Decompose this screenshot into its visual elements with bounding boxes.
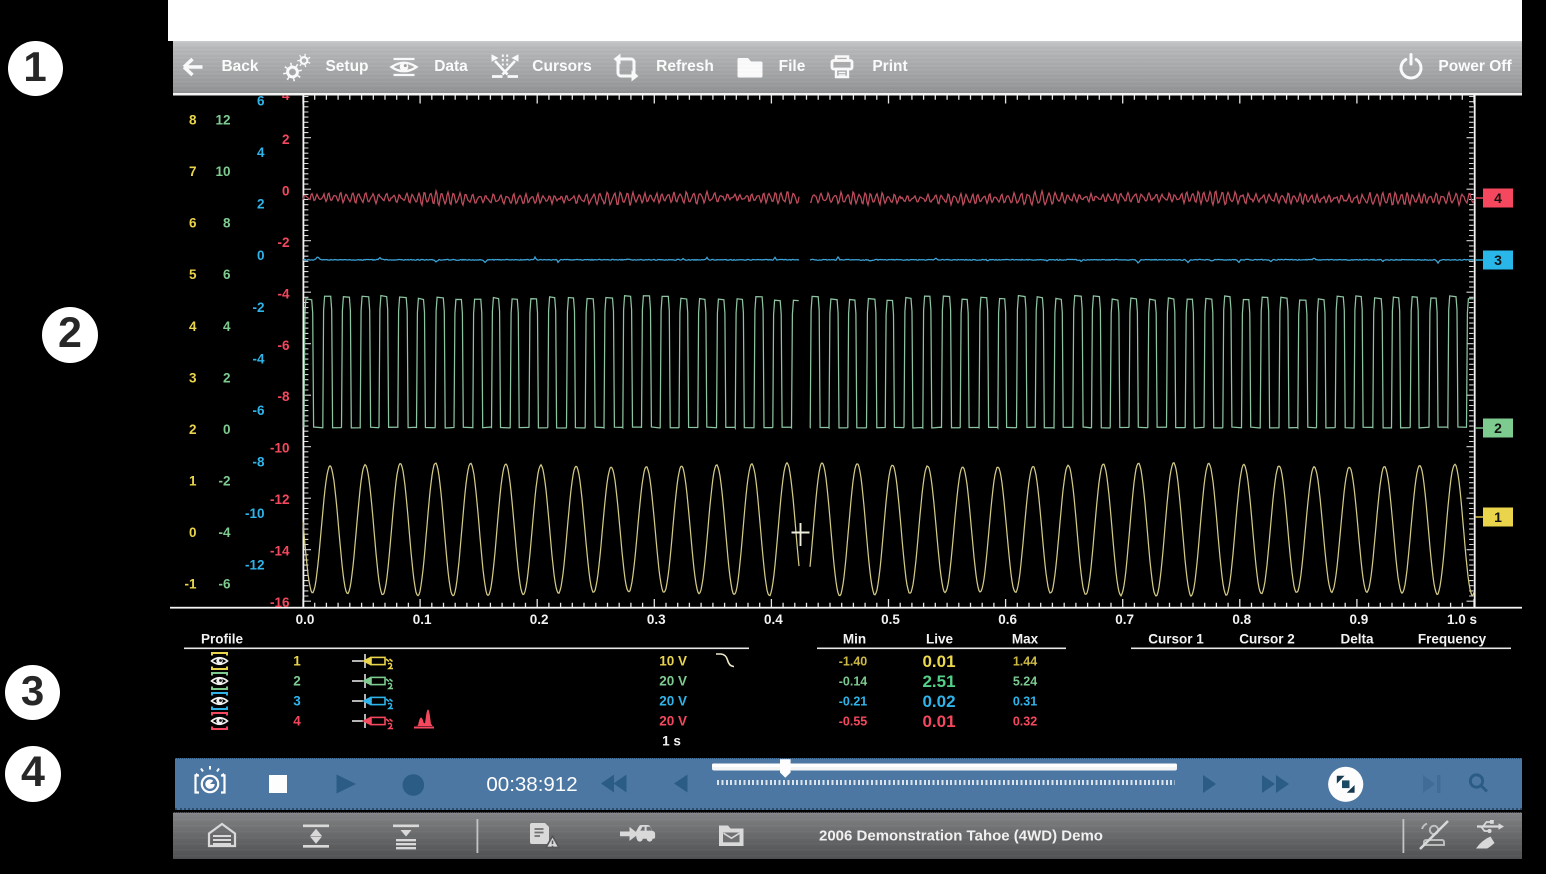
- svg-text:0.01: 0.01: [922, 712, 955, 731]
- svg-text:0.02: 0.02: [922, 692, 955, 711]
- svg-text:0.01: 0.01: [922, 652, 955, 671]
- svg-text:-4: -4: [277, 286, 289, 301]
- svg-text:00:38:912: 00:38:912: [486, 773, 577, 796]
- svg-text:Frequency: Frequency: [1418, 632, 1487, 647]
- svg-text:-8: -8: [277, 389, 289, 404]
- svg-text:2: 2: [293, 674, 301, 689]
- svg-text:Max: Max: [1012, 632, 1039, 647]
- svg-text:-1: -1: [184, 577, 196, 592]
- svg-text:-10: -10: [245, 506, 265, 521]
- svg-text:1: 1: [189, 473, 197, 488]
- svg-text:0: 0: [257, 248, 265, 263]
- svg-text:20 V: 20 V: [659, 714, 687, 729]
- svg-text:2: 2: [223, 370, 231, 385]
- svg-text:0.4: 0.4: [764, 612, 783, 627]
- svg-text:-12: -12: [245, 558, 265, 573]
- svg-text:Min: Min: [843, 632, 866, 647]
- svg-text:0.0: 0.0: [296, 612, 315, 627]
- svg-text:0.7: 0.7: [1115, 612, 1134, 627]
- svg-text:3: 3: [1494, 252, 1502, 268]
- svg-text:3: 3: [189, 370, 197, 385]
- svg-text:-14: -14: [270, 543, 290, 558]
- svg-text:2: 2: [189, 422, 197, 437]
- svg-text:Cursor 1: Cursor 1: [1148, 632, 1204, 647]
- svg-text:8: 8: [189, 113, 197, 128]
- svg-text:0.2: 0.2: [530, 612, 549, 627]
- svg-text:-4: -4: [252, 351, 264, 366]
- svg-text:-6: -6: [218, 577, 230, 592]
- svg-text:1.0 s: 1.0 s: [1447, 612, 1477, 627]
- svg-text:-6: -6: [277, 338, 289, 353]
- svg-text:Live: Live: [926, 632, 954, 647]
- svg-text:0.6: 0.6: [998, 612, 1017, 627]
- svg-text:-0.55: -0.55: [839, 714, 868, 728]
- svg-text:6: 6: [189, 216, 197, 231]
- svg-text:-0.21: -0.21: [839, 694, 868, 708]
- svg-text:0.5: 0.5: [881, 612, 900, 627]
- svg-text:-0.14: -0.14: [839, 674, 868, 688]
- svg-text:0.1: 0.1: [413, 612, 432, 627]
- svg-text:-16: -16: [270, 595, 290, 610]
- svg-text:-10: -10: [270, 441, 290, 456]
- svg-text:3: 3: [293, 694, 301, 709]
- svg-text:2: 2: [1494, 420, 1502, 436]
- svg-text:0.9: 0.9: [1350, 612, 1369, 627]
- svg-text:0: 0: [189, 525, 197, 540]
- svg-text:5: 5: [189, 267, 197, 282]
- svg-text:4: 4: [257, 145, 265, 160]
- svg-text:Profile: Profile: [201, 632, 244, 647]
- svg-text:0.8: 0.8: [1232, 612, 1251, 627]
- svg-text:2006 Demonstration Tahoe (4WD): 2006 Demonstration Tahoe (4WD) Demo: [819, 828, 1103, 845]
- svg-text:4: 4: [189, 319, 197, 334]
- svg-text:4: 4: [1494, 190, 1502, 206]
- svg-text:-8: -8: [252, 454, 264, 469]
- svg-text:4: 4: [223, 319, 231, 334]
- svg-text:6: 6: [223, 267, 231, 282]
- svg-text:1.44: 1.44: [1013, 654, 1037, 668]
- svg-text:0.31: 0.31: [1013, 694, 1037, 708]
- svg-text:1: 1: [1494, 509, 1502, 525]
- svg-text:10: 10: [215, 164, 230, 179]
- svg-text:4: 4: [293, 714, 301, 729]
- svg-text:0: 0: [282, 184, 290, 199]
- svg-text:7: 7: [189, 164, 197, 179]
- svg-text:1: 1: [293, 654, 301, 669]
- svg-text:2.51: 2.51: [922, 672, 955, 691]
- svg-text:-12: -12: [270, 492, 290, 507]
- svg-text:-1.40: -1.40: [839, 654, 868, 668]
- svg-text:0.32: 0.32: [1013, 714, 1037, 728]
- svg-text:1 s: 1 s: [662, 734, 681, 749]
- svg-text:0.3: 0.3: [647, 612, 666, 627]
- svg-text:20 V: 20 V: [659, 674, 687, 689]
- svg-text:4: 4: [282, 88, 290, 103]
- svg-text:-2: -2: [252, 300, 264, 315]
- svg-text:2: 2: [257, 197, 265, 212]
- svg-text:-2: -2: [218, 473, 230, 488]
- svg-text:8: 8: [223, 216, 231, 231]
- svg-text:20 V: 20 V: [659, 694, 687, 709]
- svg-text:10 V: 10 V: [659, 654, 687, 669]
- svg-text:-6: -6: [252, 403, 264, 418]
- svg-text:0: 0: [223, 422, 231, 437]
- svg-text:12: 12: [215, 113, 230, 128]
- svg-text:2: 2: [282, 132, 290, 147]
- svg-text:Cursor 2: Cursor 2: [1239, 632, 1295, 647]
- svg-text:6: 6: [257, 94, 265, 109]
- svg-text:Delta: Delta: [1340, 632, 1374, 647]
- svg-text:-2: -2: [277, 235, 289, 250]
- svg-text:5.24: 5.24: [1013, 674, 1037, 688]
- svg-text:-4: -4: [218, 525, 230, 540]
